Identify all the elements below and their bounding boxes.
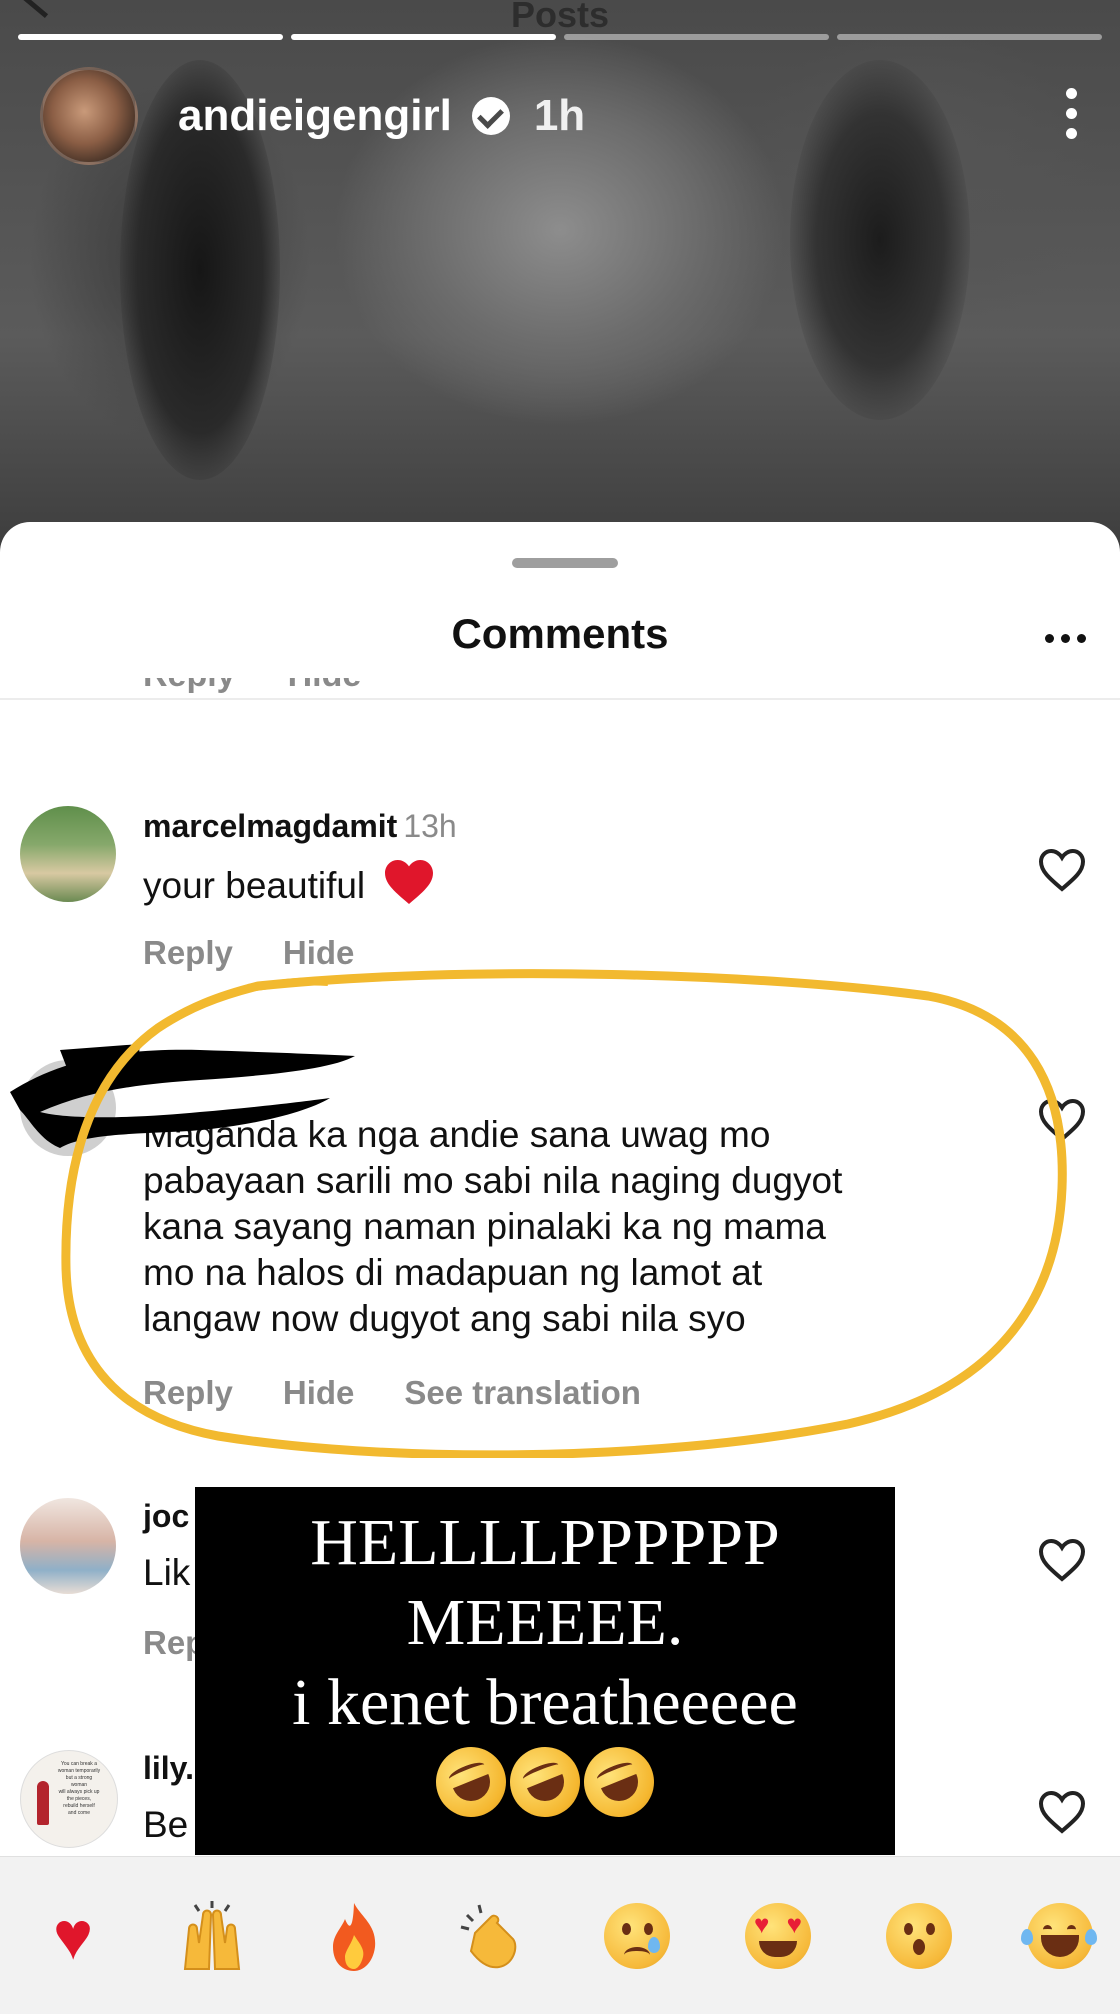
rofl-emoji-icon <box>499 1736 591 1828</box>
raising-hands-reaction-icon[interactable] <box>175 1899 249 1973</box>
reply-button[interactable]: Reply <box>143 678 236 695</box>
commenter-avatar[interactable] <box>20 806 116 902</box>
comment-actions: Reply Hide <box>143 934 354 972</box>
red-heart-icon <box>385 860 434 904</box>
highlight-circle-annotation <box>61 969 1067 1458</box>
crying-face-reaction-icon[interactable] <box>600 1899 674 1973</box>
comment-text: Lik <box>143 1552 191 1593</box>
laughing-emoji-row <box>195 1736 895 1828</box>
surprised-face-reaction-icon[interactable] <box>882 1899 956 1973</box>
comments-title: Comments <box>451 610 669 657</box>
comment-header: marcelmagdamit 13h <box>143 808 457 845</box>
progress-segment <box>291 34 556 40</box>
comment-text: your beautiful <box>143 865 366 906</box>
avatar-quote-text: You can break a woman temporarily but a … <box>57 1761 101 1816</box>
posts-header-label: Posts <box>510 0 610 35</box>
meme-text-overlay: HELLLLPPPPPP MEEEEE. i kenet breatheeeee <box>195 1487 895 1855</box>
rofl-emoji-icon <box>425 1736 517 1828</box>
comment-text: Be <box>143 1804 189 1845</box>
reply-button[interactable]: Reply <box>143 934 233 972</box>
comment-time: 13h <box>403 808 457 844</box>
hide-button[interactable]: Hide <box>283 934 355 972</box>
story-progress-bar <box>18 34 1102 40</box>
progress-segment <box>837 34 1102 40</box>
meme-line-3: i kenet breatheeeee <box>292 1666 798 1739</box>
story-time: 1h <box>533 91 586 140</box>
heart-eyes-reaction-icon[interactable] <box>741 1899 815 1973</box>
meme-line-1: HELLLLPPPPPP <box>310 1506 780 1579</box>
avatar-figure <box>37 1781 49 1825</box>
comment-header: lily. <box>143 1750 194 1787</box>
like-heart-icon[interactable] <box>1038 848 1086 892</box>
verified-badge-icon <box>471 97 510 135</box>
progress-segment <box>18 34 283 40</box>
story-avatar[interactable] <box>40 67 138 165</box>
story-user-row[interactable]: andieigengirl 1h <box>40 67 586 165</box>
quick-reaction-bar: ♥ <box>0 1856 1120 2014</box>
comment-username[interactable]: joc <box>143 1498 189 1534</box>
like-heart-icon[interactable] <box>1038 1538 1086 1582</box>
comment-text-row: your beautiful <box>143 860 434 909</box>
photo-hair-right <box>790 60 970 420</box>
previous-comment-actions: Reply Hide <box>143 678 443 718</box>
fire-reaction-icon[interactable] <box>317 1899 391 1973</box>
progress-segment <box>564 34 829 40</box>
comments-more-icon[interactable] <box>1045 634 1086 643</box>
rofl-emoji-icon <box>573 1736 665 1828</box>
red-heart-reaction-icon[interactable]: ♥ <box>36 1899 110 1973</box>
comment-header: joc <box>143 1498 189 1535</box>
tears-of-joy-reaction-icon[interactable] <box>1021 1899 1097 1973</box>
drag-handle[interactable] <box>512 558 618 568</box>
clapping-hands-reaction-icon[interactable] <box>457 1899 531 1973</box>
meme-line-2: MEEEEE. <box>406 1586 684 1659</box>
commenter-avatar[interactable] <box>20 1498 116 1594</box>
like-heart-icon[interactable] <box>1038 1790 1086 1834</box>
hide-button[interactable]: Hide <box>288 678 362 695</box>
comment-username[interactable]: marcelmagdamit <box>143 808 397 844</box>
more-options-icon[interactable] <box>1066 88 1078 139</box>
story-username[interactable]: andieigengirl <box>178 91 452 141</box>
commenter-avatar[interactable]: You can break a woman temporarily but a … <box>20 1750 118 1848</box>
comment-username[interactable]: lily. <box>143 1750 194 1786</box>
